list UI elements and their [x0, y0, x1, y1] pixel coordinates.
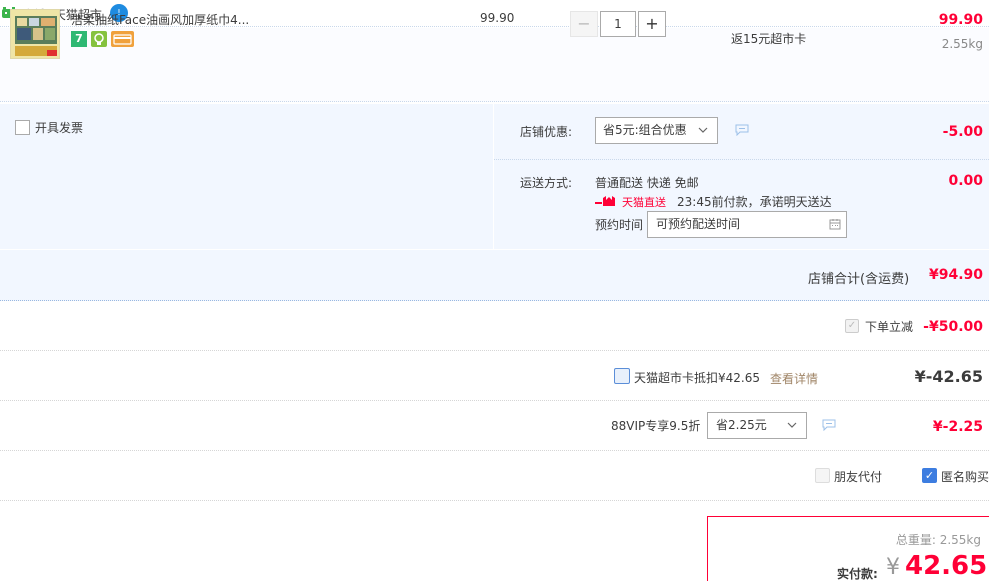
chevron-down-icon — [698, 127, 708, 133]
shop-coupon-amount: -5.00 — [942, 124, 983, 140]
anonymous-checkbox[interactable]: ✓ — [922, 468, 937, 483]
reserve-time-input[interactable]: 可预约配送时间 — [647, 211, 847, 238]
service-divider — [493, 104, 494, 249]
instant-discount-label: 下单立减 — [865, 320, 914, 334]
service-separator — [494, 159, 989, 160]
total-weight: 总重量: 2.55kg — [895, 533, 981, 547]
row-divider — [0, 500, 989, 501]
invoice-label: 开具发票 — [35, 121, 84, 135]
item-weight: 2.55kg — [941, 37, 983, 51]
tmall-direct-badge: 天猫直送 — [595, 194, 666, 209]
shipping-amount: 0.00 — [948, 173, 983, 189]
service-badge-icon — [91, 31, 107, 47]
shop-coupon-label: 店铺优惠: — [520, 125, 573, 139]
shop-total-amount: ¥94.90 — [928, 267, 983, 283]
message-bubble-icon[interactable] — [735, 124, 749, 136]
unit-price: 99.90 — [480, 11, 515, 25]
pay-amount: 42.65 — [905, 551, 988, 581]
card-badge-icon — [111, 31, 134, 47]
cart-item-row — [0, 28, 989, 102]
shipping-label: 运送方式: — [520, 176, 573, 190]
invoice-checkbox[interactable] — [15, 120, 30, 135]
row-divider — [0, 400, 989, 401]
message-bubble-icon[interactable] — [822, 419, 836, 431]
calendar-icon[interactable] — [829, 218, 841, 230]
supermarket-card-label: 天猫超市卡抵扣¥42.65 — [634, 371, 760, 385]
tmall-direct-text: 天猫直送 — [622, 196, 666, 209]
row-divider — [0, 350, 989, 351]
quantity-increase-button[interactable]: + — [638, 11, 666, 37]
friend-pay-checkbox[interactable] — [815, 468, 830, 483]
seven-day-return-icon: 7 — [71, 31, 87, 47]
quantity-decrease-button[interactable]: − — [570, 11, 598, 37]
friend-pay-label: 朋友代付 — [834, 470, 883, 484]
anonymous-label: 匿名购买 — [941, 470, 989, 484]
shipping-method: 普通配送 快递 免邮 — [595, 176, 699, 190]
quantity-input[interactable]: 1 — [600, 11, 636, 37]
product-thumbnail[interactable] — [10, 9, 60, 59]
vip-discount-label: 88VIP专享9.5折 — [611, 419, 701, 433]
shop-total-label: 店铺合计(含运费) — [808, 272, 910, 287]
tmall-direct-icon — [595, 196, 615, 206]
pay-currency: ¥ — [886, 555, 900, 580]
reserve-time-label: 预约时间 — [595, 218, 644, 232]
item-subtotal: 99.90 — [938, 12, 983, 28]
row-divider — [0, 450, 989, 451]
product-title-link[interactable]: 洁柔抽纸Face油画风加厚纸巾4... — [71, 11, 261, 28]
pay-amount-label: 实付款: — [837, 567, 878, 581]
instant-discount-amount: -¥50.00 — [923, 319, 983, 335]
supermarket-card-checkbox[interactable] — [614, 368, 630, 384]
rebate-text: 返15元超市卡 — [731, 32, 807, 46]
view-details-link[interactable]: 查看详情 — [770, 370, 818, 387]
delivery-promise: 23:45前付款，承诺明天送达 — [677, 195, 832, 209]
instant-discount-checkbox[interactable]: ✓ — [845, 319, 859, 333]
chevron-down-icon — [787, 422, 797, 428]
vip-discount-amount: ¥-2.25 — [932, 419, 983, 435]
product-image-icon — [11, 10, 59, 58]
supermarket-card-amount: ¥-42.65 — [914, 367, 983, 386]
